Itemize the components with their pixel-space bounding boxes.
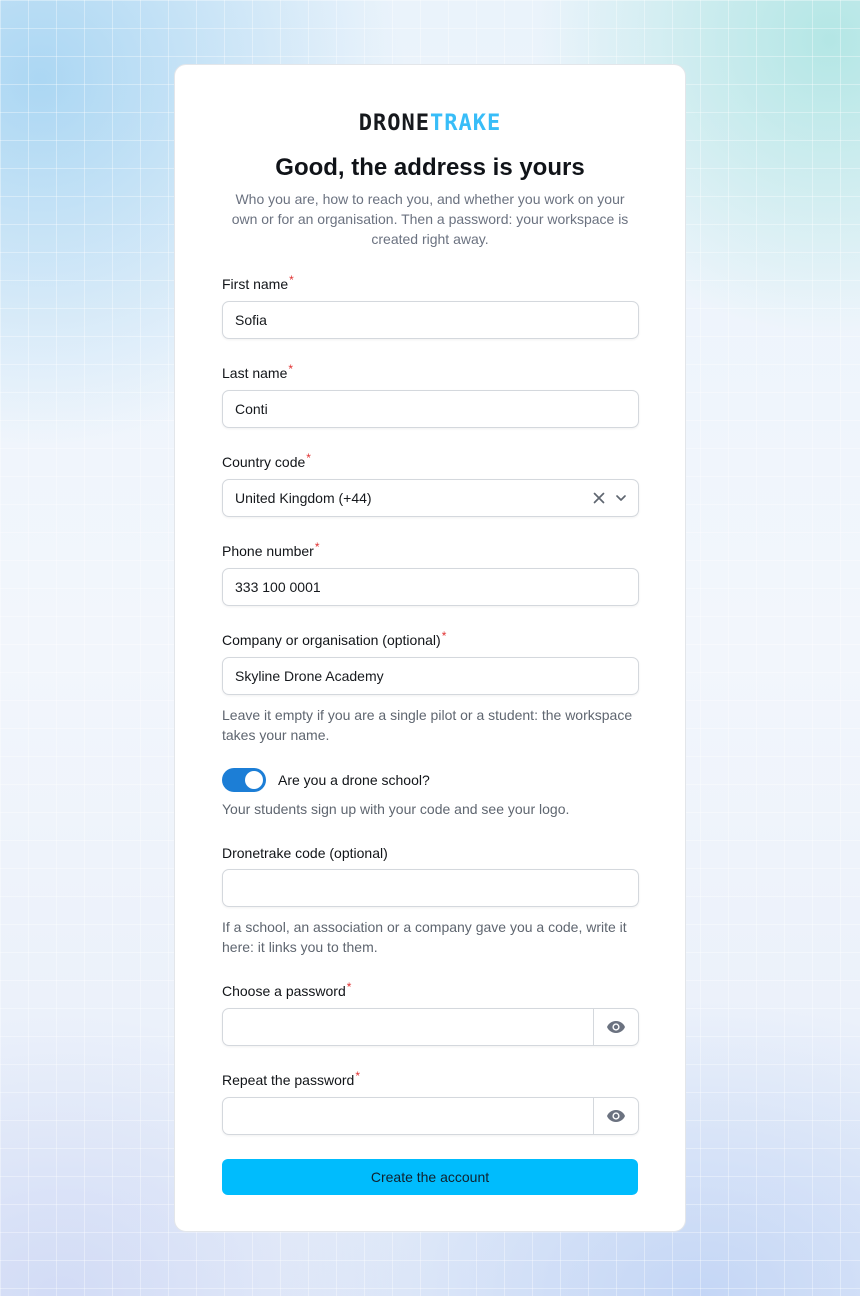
page-title: Good, the address is yours — [275, 154, 585, 181]
eye-icon[interactable] — [593, 1098, 638, 1134]
password-input[interactable] — [223, 1009, 593, 1045]
password-label: Choose a password* — [222, 980, 352, 999]
password-input-wrapper — [222, 1008, 639, 1046]
password-repeat-input-wrapper — [222, 1097, 639, 1135]
last-name-input[interactable]: Conti — [222, 390, 639, 428]
password-repeat-input[interactable] — [223, 1098, 593, 1134]
brand-logo-part1: DRONE — [358, 111, 430, 136]
required-mark: * — [355, 1069, 360, 1083]
phone-label: Phone number* — [222, 540, 320, 559]
country-code-value: United Kingdom (+44) — [235, 490, 372, 506]
drone-school-help: Your students sign up with your code and… — [222, 801, 570, 817]
page-subtitle: Who you are, how to reach you, and wheth… — [231, 191, 629, 247]
phone-group: Phone number* 333 100 0001 — [222, 540, 639, 606]
drone-school-label: Are you a drone school? — [278, 772, 430, 788]
phone-input[interactable]: 333 100 0001 — [222, 568, 639, 606]
first-name-label: First name* — [222, 273, 294, 292]
required-mark: * — [288, 362, 294, 376]
required-mark: * — [441, 629, 447, 643]
eye-icon[interactable] — [593, 1009, 638, 1045]
company-label: Company or organisation (optional)* — [222, 629, 447, 648]
signup-card: DRONETRAKE Good, the address is yours Wh… — [174, 64, 686, 1232]
required-mark: * — [289, 273, 294, 287]
select-icons — [592, 480, 628, 516]
drone-school-row: Are you a drone school? — [222, 767, 638, 793]
first-name-input[interactable]: Sofia — [222, 301, 639, 339]
required-mark: * — [306, 451, 311, 465]
first-name-group: First name* Sofia — [222, 273, 639, 339]
last-name-label: Last name* — [222, 362, 294, 381]
chevron-down-icon[interactable] — [614, 491, 628, 505]
code-label: Dronetrake code (optional) — [222, 845, 388, 861]
drone-school-toggle[interactable] — [222, 768, 266, 792]
code-input[interactable] — [222, 869, 639, 907]
country-code-label: Country code* — [222, 451, 311, 470]
code-group: Dronetrake code (optional) If a school, … — [222, 843, 639, 957]
required-mark: * — [346, 980, 352, 994]
company-group: Company or organisation (optional)* Skyl… — [222, 629, 639, 745]
brand-logo-part2: TRAKE — [430, 111, 502, 136]
country-code-group: Country code* United Kingdom (+44) — [222, 451, 639, 517]
country-code-select[interactable]: United Kingdom (+44) — [222, 479, 639, 517]
password-repeat-group: Repeat the password* — [222, 1069, 639, 1135]
company-help: Leave it empty if you are a single pilot… — [222, 707, 633, 743]
last-name-group: Last name* Conti — [222, 362, 639, 428]
create-account-button[interactable]: Create the account — [222, 1159, 638, 1195]
code-help: If a school, an association or a company… — [222, 919, 627, 955]
required-mark: * — [314, 540, 320, 554]
company-input[interactable]: Skyline Drone Academy — [222, 657, 639, 695]
password-group: Choose a password* — [222, 980, 639, 1046]
close-icon[interactable] — [592, 491, 606, 505]
toggle-knob — [245, 771, 263, 789]
brand-logo: DRONETRAKE — [222, 111, 638, 137]
password-repeat-label: Repeat the password* — [222, 1069, 360, 1088]
